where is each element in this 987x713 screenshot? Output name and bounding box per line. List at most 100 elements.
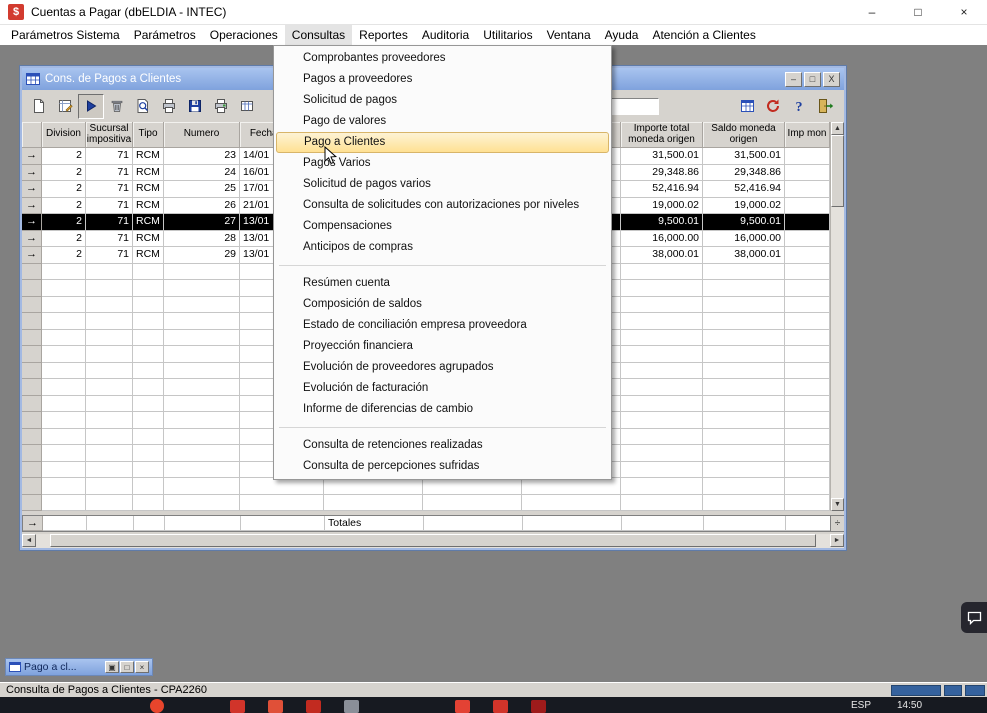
cell-saldo[interactable]: 29,348.86 [703, 165, 785, 182]
menu-item-evolucion-de-proveedores-agrupados[interactable]: Evolución de proveedores agrupados [276, 357, 609, 378]
taskbar-app-6[interactable] [493, 700, 508, 713]
row-indicator[interactable]: → [22, 181, 42, 198]
horizontal-scrollbar[interactable]: ◄ ► [22, 534, 844, 548]
cell-importe_total[interactable]: 31,500.01 [621, 148, 703, 165]
cell-saldo[interactable]: 9,500.01 [703, 214, 785, 231]
menu-item-estado-de-conciliacion-empresa-proveedora[interactable]: Estado de conciliación empresa proveedor… [276, 315, 609, 336]
exit-button[interactable] [812, 94, 838, 119]
language-indicator[interactable]: ESP [851, 700, 871, 711]
cell-division[interactable]: 2 [42, 148, 86, 165]
vertical-scrollbar[interactable]: ▲ ▼ [830, 122, 844, 511]
cell-saldo[interactable]: 38,000.01 [703, 247, 785, 264]
cell-numero[interactable]: 29 [164, 247, 240, 264]
scroll-down-icon[interactable]: ▼ [831, 498, 844, 511]
taskbar-app-2[interactable] [268, 700, 283, 713]
column-header-blank[interactable] [22, 122, 42, 148]
cell-importe_mon[interactable] [785, 214, 830, 231]
row-indicator[interactable]: → [22, 148, 42, 165]
menubar-item-ayuda[interactable]: Ayuda [598, 25, 646, 45]
cell-sucursal[interactable]: 71 [86, 231, 133, 248]
maximize-small-button[interactable]: □ [120, 661, 134, 673]
help-button[interactable]: ? [786, 94, 812, 119]
column-header-tipo[interactable]: Tipo [133, 122, 164, 148]
cell-numero[interactable]: 23 [164, 148, 240, 165]
menu-item-pagos-varios[interactable]: Pagos Varios [276, 153, 609, 174]
new-record-button[interactable] [26, 94, 52, 119]
taskbar-app-7[interactable] [531, 700, 546, 713]
cell-tipo[interactable]: RCM [133, 247, 164, 264]
cell-importe_total[interactable]: 16,000.00 [621, 231, 703, 248]
taskbar-app-1[interactable] [230, 700, 245, 713]
taskbar-clock[interactable]: 14:50 [897, 700, 922, 711]
cell-importe_total[interactable]: 29,348.86 [621, 165, 703, 182]
vertical-scroll-thumb[interactable] [831, 135, 844, 207]
cell-importe_total[interactable]: 52,416.94 [621, 181, 703, 198]
menubar-item-parametros-sistema[interactable]: Parámetros Sistema [4, 25, 127, 45]
minimized-window[interactable]: Pago a cl... ▣ □ × [5, 658, 153, 676]
child-maximize-button[interactable]: □ [804, 72, 821, 87]
row-indicator[interactable]: → [22, 214, 42, 231]
menu-item-proyeccion-financiera[interactable]: Proyección financiera [276, 336, 609, 357]
cell-saldo[interactable]: 52,416.94 [703, 181, 785, 198]
cell-division[interactable]: 2 [42, 165, 86, 182]
cell-importe_mon[interactable] [785, 231, 830, 248]
cell-sucursal[interactable]: 71 [86, 165, 133, 182]
taskbar-app-3[interactable] [306, 700, 321, 713]
row-indicator[interactable]: → [22, 198, 42, 215]
cell-sucursal[interactable]: 71 [86, 198, 133, 215]
column-header-imp-mon[interactable]: Imp mon [785, 122, 830, 148]
cell-importe_mon[interactable] [785, 148, 830, 165]
cell-importe_total[interactable]: 9,500.01 [621, 214, 703, 231]
menubar-item-consultas[interactable]: Consultas [285, 25, 352, 45]
menu-item-solicitud-de-pagos[interactable]: Solicitud de pagos [276, 90, 609, 111]
delete-record-button[interactable] [104, 94, 130, 119]
export-grid-button[interactable] [234, 94, 260, 119]
grid-view-button[interactable] [734, 94, 760, 119]
taskbar-app-4[interactable] [344, 700, 359, 713]
edit-record-button[interactable] [52, 94, 78, 119]
menu-item-consulta-de-solicitudes-con-autorizaciones-por-niveles[interactable]: Consulta de solicitudes con autorizacion… [276, 195, 609, 216]
cell-division[interactable]: 2 [42, 247, 86, 264]
cell-importe_mon[interactable] [785, 165, 830, 182]
column-header-saldo-moneda-origen[interactable]: Saldo moneda origen [703, 122, 785, 148]
cell-saldo[interactable]: 31,500.01 [703, 148, 785, 165]
cell-division[interactable]: 2 [42, 214, 86, 231]
refresh-button[interactable] [760, 94, 786, 119]
cell-sucursal[interactable]: 71 [86, 247, 133, 264]
cell-numero[interactable]: 26 [164, 198, 240, 215]
menu-item-evolucion-de-facturacion[interactable]: Evolución de facturación [276, 378, 609, 399]
print-setup-button[interactable] [208, 94, 234, 119]
menu-item-resumen-cuenta[interactable]: Resúmen cuenta [276, 273, 609, 294]
cell-tipo[interactable]: RCM [133, 214, 164, 231]
menu-item-anticipos-de-compras[interactable]: Anticipos de compras [276, 237, 609, 258]
menubar-item-reportes[interactable]: Reportes [352, 25, 415, 45]
cell-tipo[interactable]: RCM [133, 231, 164, 248]
menu-item-comprobantes-proveedores[interactable]: Comprobantes proveedores [276, 48, 609, 69]
menu-item-composicion-de-saldos[interactable]: Composición de saldos [276, 294, 609, 315]
child-minimize-button[interactable]: – [785, 72, 802, 87]
print-button[interactable] [156, 94, 182, 119]
cell-sucursal[interactable]: 71 [86, 181, 133, 198]
close-small-button[interactable]: × [135, 661, 149, 673]
cell-saldo[interactable]: 16,000.00 [703, 231, 785, 248]
restore-button[interactable]: ▣ [105, 661, 119, 673]
menu-item-pago-a-clientes[interactable]: Pago a Clientes [276, 132, 609, 153]
menubar-item-atencion-a-clientes[interactable]: Atención a Clientes [645, 25, 762, 45]
close-button[interactable]: × [941, 0, 987, 24]
menu-item-solicitud-de-pagos-varios[interactable]: Solicitud de pagos varios [276, 174, 609, 195]
cell-tipo[interactable]: RCM [133, 148, 164, 165]
cell-division[interactable]: 2 [42, 231, 86, 248]
menu-item-pagos-a-proveedores[interactable]: Pagos a proveedores [276, 69, 609, 90]
column-header-division[interactable]: Division [42, 122, 86, 148]
menu-item-informe-de-diferencias-de-cambio[interactable]: Informe de diferencias de cambio [276, 399, 609, 420]
menu-item-pago-de-valores[interactable]: Pago de valores [276, 111, 609, 132]
cell-numero[interactable]: 24 [164, 165, 240, 182]
run-query-button[interactable] [78, 94, 104, 119]
cell-saldo[interactable]: 19,000.02 [703, 198, 785, 215]
scroll-right-icon[interactable]: ► [830, 534, 844, 547]
child-close-button[interactable]: X [823, 72, 840, 87]
menu-item-consulta-de-retenciones-realizadas[interactable]: Consulta de retenciones realizadas [276, 435, 609, 456]
cell-importe_mon[interactable] [785, 198, 830, 215]
taskbar-app-5[interactable] [455, 700, 470, 713]
cell-importe_mon[interactable] [785, 181, 830, 198]
